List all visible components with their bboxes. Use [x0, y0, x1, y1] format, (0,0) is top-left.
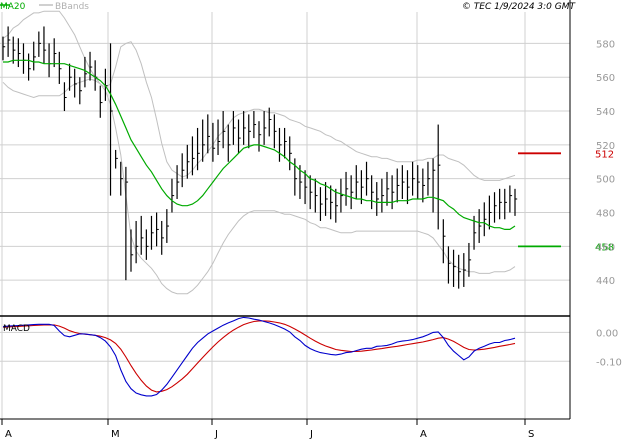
macd-tick-label: -0.10: [596, 357, 622, 368]
x-tick-label: J: [309, 429, 313, 440]
chart-canvas: 512458 440 460 480 500 520 540 560 580 0.00 -0.10…: [0, 0, 622, 440]
copyright-text: © TEC 1/9/2024 3:0 GMT: [462, 2, 577, 12]
legend: MA20 BBands: [0, 2, 89, 12]
x-tick-labels: AMJJAS: [5, 429, 534, 440]
vertical-gridlines: [1, 12, 526, 419]
y-tick-label: 440: [596, 276, 615, 287]
x-tick-label: A: [5, 429, 12, 440]
x-tick-label: A: [420, 429, 427, 440]
price-levels: 512458: [518, 149, 614, 253]
price-bars: [2, 26, 518, 289]
legend-bbands-label: BBands: [55, 2, 89, 12]
macd-lines: [2, 316, 516, 397]
y-tick-label: 520: [596, 141, 615, 152]
macd-line: [2, 316, 516, 397]
y-tick-label: 540: [596, 107, 615, 118]
y-tick-label: 500: [596, 175, 615, 186]
y-tick-label: 580: [596, 39, 615, 50]
macd-tick-label: 0.00: [596, 328, 618, 339]
y-tick-label: 480: [596, 209, 615, 220]
macd-gridlines: [0, 331, 570, 362]
x-tick-label: S: [528, 429, 534, 440]
x-tick-label: M: [111, 429, 120, 440]
legend-ma20-label: MA20: [0, 2, 26, 12]
x-tick-label: J: [214, 429, 218, 440]
y-tick-label: 560: [596, 73, 615, 84]
y-tick-labels: 440 460 480 500 520 540 560 580 0.00 -0.10: [596, 39, 622, 368]
macd-title: MACD: [3, 324, 30, 334]
y-tick-label: 460: [596, 242, 615, 253]
